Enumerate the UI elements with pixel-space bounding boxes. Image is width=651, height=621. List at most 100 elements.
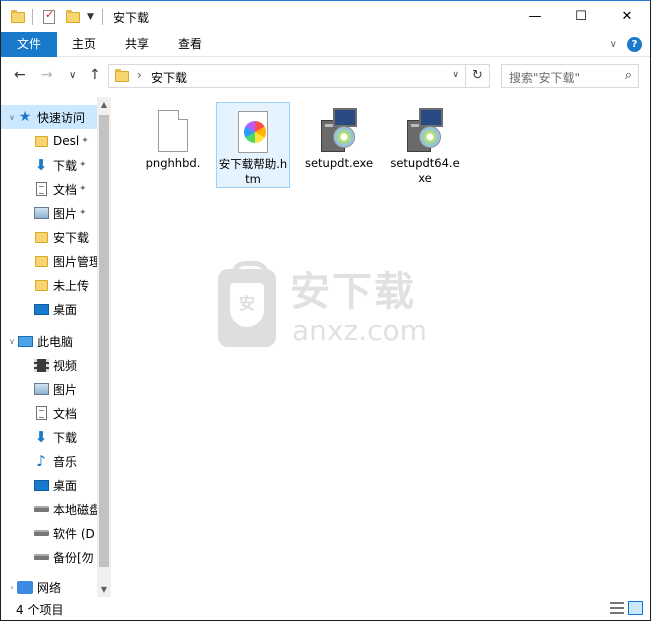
expand-icon[interactable]: › (7, 583, 17, 592)
download-icon: ⬇ (34, 156, 48, 174)
nav-item-pictures[interactable]: 图片 (1, 377, 97, 401)
minimize-button[interactable]: — (512, 1, 558, 32)
chevron-down-icon[interactable]: ∨ (610, 39, 617, 50)
document-icon (35, 182, 47, 196)
nav-item-music[interactable]: ♪ 音乐 (1, 449, 97, 473)
quick-access-toolbar (11, 8, 25, 26)
tab-share[interactable]: 共享 (111, 32, 163, 57)
nav-item-image-manager[interactable]: 图片管理 (1, 249, 97, 273)
picture-icon (33, 383, 49, 395)
nav-item-downloads[interactable]: ⬇ 下载 (1, 425, 97, 449)
pin-icon: ✦ (79, 160, 87, 170)
maximize-button[interactable]: ☐ (558, 1, 604, 32)
nav-item-label: 安下载 (53, 230, 90, 245)
drive-icon (33, 506, 49, 512)
details-view-icon[interactable] (610, 602, 624, 614)
large-icons-view-icon[interactable] (628, 601, 643, 615)
nav-pane-scrollbar[interactable]: ▲ ▼ (97, 97, 111, 597)
toolbar-separator (102, 9, 103, 25)
up-button[interactable]: ↑ (89, 67, 101, 83)
breadcrumb-current[interactable]: 安下载 (151, 69, 187, 86)
nav-item-label: 网络 (37, 580, 62, 595)
nav-item-backup-drive[interactable]: 备份[勿 (1, 545, 97, 569)
nav-item-network[interactable]: › 网络 (1, 575, 97, 597)
desktop-icon (33, 303, 49, 315)
scroll-up-icon[interactable]: ▲ (97, 100, 111, 109)
shield-logo-icon: 安 (218, 261, 276, 347)
file-item[interactable]: setupdt64.exe (388, 102, 462, 188)
file-item[interactable]: pnghhbd. (136, 102, 210, 188)
watermark-en: anxz.com (292, 314, 427, 347)
desktop-icon (33, 479, 49, 491)
music-icon: ♪ (36, 452, 46, 470)
tab-view[interactable]: 查看 (164, 32, 216, 57)
scrollbar-thumb[interactable] (99, 115, 109, 567)
nav-item-label: 此电脑 (37, 334, 74, 349)
nav-item-label: 备份[勿 (53, 550, 94, 565)
tab-home[interactable]: 主页 (58, 32, 110, 57)
pin-icon: ✦ (79, 208, 87, 218)
properties-icon[interactable] (43, 8, 55, 24)
item-count: 4 个项目 (16, 603, 64, 617)
nav-item-documents[interactable]: 文档 (1, 401, 97, 425)
shield-logo-char: 安 (230, 283, 264, 327)
address-row: ← → ∨ ↑ › 安下载 ∨ ↻ 搜索"安下载" ⌕ (1, 59, 650, 93)
nav-item-desktop-pc[interactable]: 桌面 (1, 473, 97, 497)
folder-icon (11, 9, 25, 23)
nav-item-label: 桌面 (53, 478, 78, 493)
network-icon (17, 580, 33, 594)
file-name: setupdt64.exe (390, 156, 460, 185)
nav-item-anxz[interactable]: 安下载 (1, 225, 97, 249)
nav-item-label: 桌面 (53, 302, 78, 317)
download-icon: ⬇ (34, 428, 48, 446)
nav-item-downloads-pinned[interactable]: ⬇ 下载 ✦ (1, 153, 97, 177)
breadcrumb-separator[interactable]: › (137, 68, 142, 82)
nav-item-desktop[interactable]: 桌面 (1, 297, 97, 321)
nav-item-pictures-pinned[interactable]: 图片 ✦ (1, 201, 97, 225)
nav-item-desktop-pinned[interactable]: Desl ✦ (1, 129, 97, 153)
scroll-down-icon[interactable]: ▼ (97, 585, 111, 594)
htm-file-icon (229, 109, 277, 157)
nav-item-label: 下载 (53, 158, 78, 173)
title-bar: ▼ 安下载 — ☐ ✕ (1, 1, 650, 32)
nav-item-not-uploaded[interactable]: 未上传 (1, 273, 97, 297)
toolbar-separator (32, 9, 33, 25)
back-button[interactable]: ← (14, 67, 26, 83)
nav-item-label: 本地磁盘 (53, 502, 97, 517)
pin-icon: ✦ (79, 184, 87, 194)
nav-item-this-pc[interactable]: ∨ 此电脑 (1, 329, 97, 353)
blank-file-icon (149, 108, 197, 156)
file-name: pnghhbd. (145, 156, 201, 170)
tab-file[interactable]: 文件 (1, 32, 57, 57)
nav-item-documents-pinned[interactable]: 文档 ✦ (1, 177, 97, 201)
search-icon[interactable]: ⌕ (625, 68, 632, 83)
nav-item-label: 文档 (53, 182, 78, 197)
nav-item-quick-access[interactable]: ∨ ★ 快速访问 (1, 105, 97, 129)
installer-icon (315, 108, 363, 156)
file-name: setupdt.exe (304, 156, 374, 170)
star-icon: ★ (18, 109, 32, 125)
forward-button[interactable]: → (41, 67, 53, 83)
help-icon[interactable]: ? (627, 37, 642, 52)
nav-item-software-drive[interactable]: 软件 (D (1, 521, 97, 545)
customize-toolbar-dropdown-icon[interactable]: ▼ (87, 12, 94, 22)
search-placeholder: 搜索"安下载" (509, 71, 581, 85)
address-dropdown-icon[interactable]: ∨ (452, 70, 459, 80)
expand-icon[interactable]: ∨ (7, 337, 17, 346)
recent-locations-button[interactable]: ∨ (69, 70, 76, 81)
new-folder-icon[interactable] (66, 9, 80, 23)
nav-item-label: 图片 (53, 206, 78, 221)
search-input[interactable]: 搜索"安下载" ⌕ (501, 64, 639, 88)
file-item-selected[interactable]: 安下载帮助.htm (216, 102, 290, 188)
nav-item-local-disk[interactable]: 本地磁盘 (1, 497, 97, 521)
drive-icon (33, 530, 49, 536)
folder-icon (34, 231, 48, 243)
close-button[interactable]: ✕ (604, 1, 650, 32)
nav-item-videos[interactable]: 视频 (1, 353, 97, 377)
refresh-button[interactable]: ↻ (466, 64, 490, 88)
address-bar[interactable]: › 安下载 ∨ (108, 64, 466, 88)
expand-icon[interactable]: ∨ (7, 113, 17, 122)
file-item[interactable]: setupdt.exe (302, 102, 376, 188)
window-title: 安下载 (113, 11, 150, 25)
pin-icon: ✦ (81, 136, 89, 146)
